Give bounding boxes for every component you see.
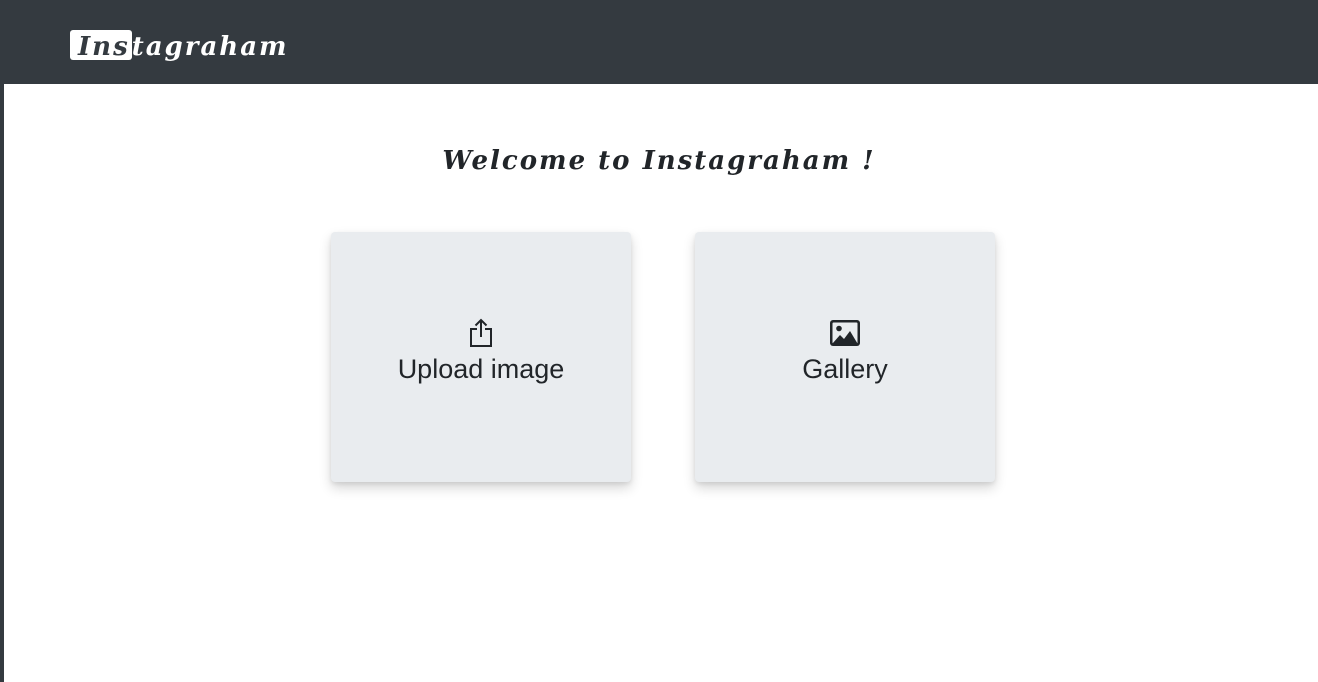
brand-highlight: Ins [70,30,132,62]
upload-image-card[interactable]: Upload image [331,232,631,482]
navbar: Ins tagraham [0,0,1318,84]
brand-text: tagraham [131,32,289,62]
brand-logo[interactable]: Ins tagraham [70,30,289,62]
upload-image-label: Upload image [397,354,565,384]
gallery-label: Gallery [802,354,888,384]
upload-icon [331,318,631,348]
gallery-card[interactable]: Gallery [695,232,995,482]
welcome-heading: Welcome to Instagraham ! [442,146,876,176]
left-edge-bar [0,0,4,682]
image-icon [695,318,995,348]
